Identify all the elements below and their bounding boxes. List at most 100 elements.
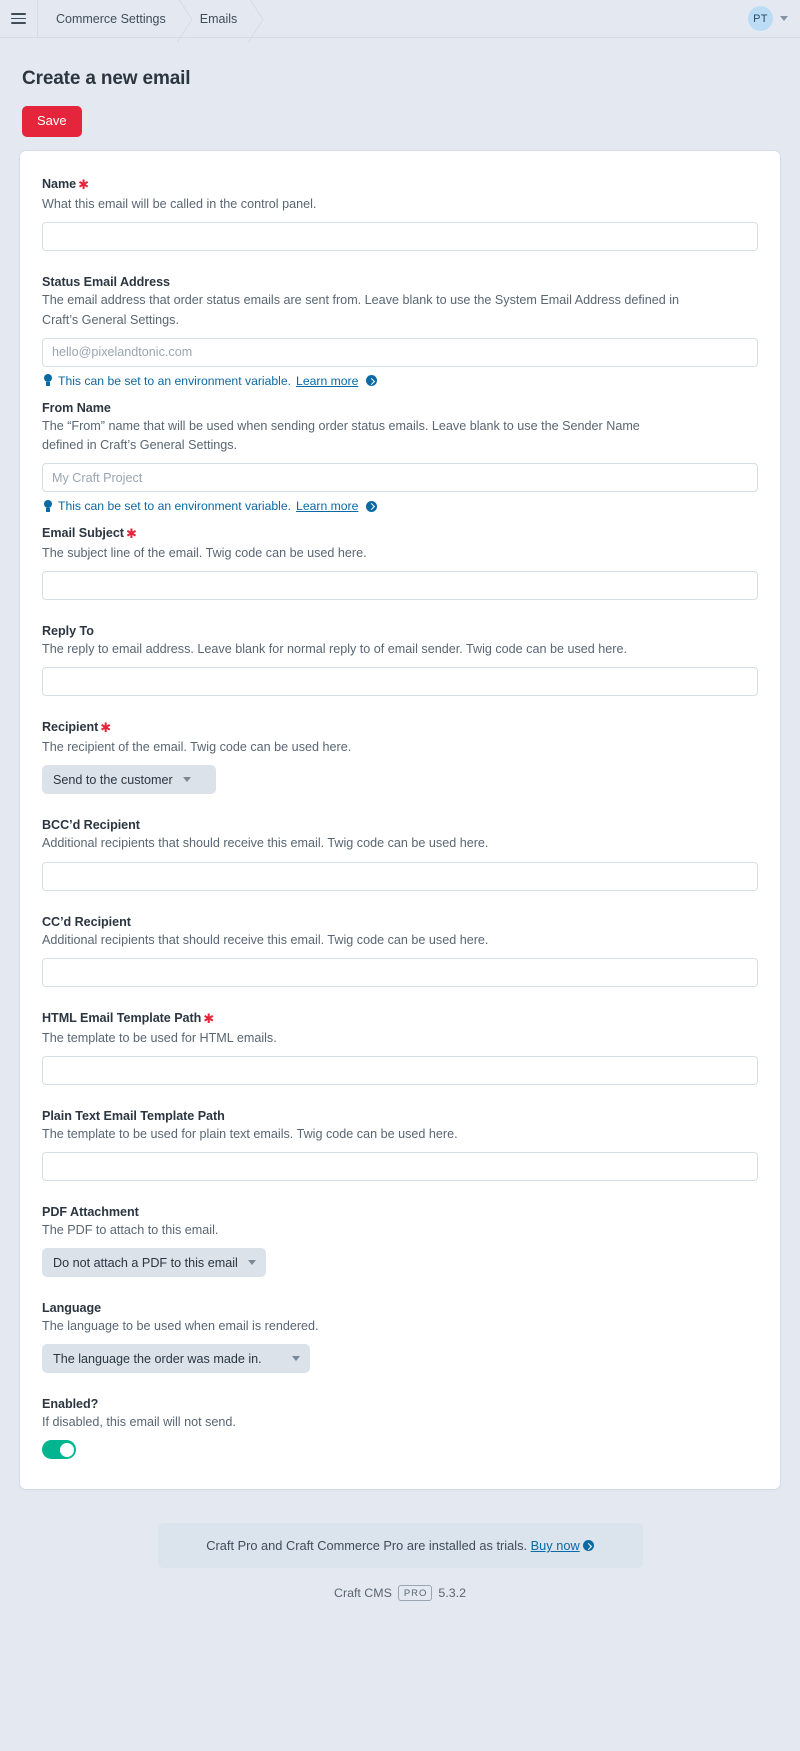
field-bcc-recipient-label: BCC’d Recipient [42, 818, 758, 832]
label-text: Recipient [42, 720, 99, 735]
field-email-subject-instructions: The subject line of the email. Twig code… [42, 546, 367, 560]
field-status-email-address: Status Email Address The email address t… [42, 275, 758, 388]
buy-now-link[interactable]: Buy now [531, 1538, 580, 1553]
field-status-email-address-instructions: The email address that order status emai… [42, 293, 680, 327]
version-number: 5.3.2 [438, 1586, 466, 1601]
email-settings-card: Name ✱ What this email will be called in … [20, 151, 780, 1490]
plain-text-template-path-input[interactable] [42, 1151, 758, 1181]
save-button[interactable]: Save [22, 106, 82, 138]
label-text: HTML Email Template Path [42, 1010, 202, 1025]
field-from-name: From Name The “From” name that will be u… [42, 401, 758, 513]
field-pdf-attachment-instructions: The PDF to attach to this email. [42, 1222, 219, 1237]
page-footer: Craft Pro and Craft Commerce Pro are ins… [20, 1489, 780, 1602]
field-plain-text-template-path-instructions: The template to be used for plain text e… [42, 1126, 458, 1141]
breadcrumb-item-emails[interactable]: Emails [182, 0, 254, 37]
field-cc-recipient-instructions: Additional recipients that should receiv… [42, 932, 489, 947]
field-from-name-label: From Name [42, 401, 758, 415]
field-cc-recipient: CC’d Recipient Additional recipients tha… [42, 915, 758, 987]
enabled-toggle[interactable] [42, 1440, 76, 1460]
external-link-icon [366, 500, 378, 512]
label-text: BCC’d Recipient [42, 818, 140, 833]
lightbulb-icon [42, 374, 53, 387]
field-reply-to-instructions: The reply to email address. Leave blank … [42, 642, 627, 657]
breadcrumb-label: Emails [199, 11, 238, 26]
field-language-label: Language [42, 1301, 758, 1315]
cc-recipient-input[interactable] [42, 957, 758, 987]
field-recipient: Recipient ✱ The recipient of the email. T… [42, 720, 758, 795]
field-cc-recipient-label: CC’d Recipient [42, 915, 758, 929]
from-name-env-tip: This can be set to an environment variab… [42, 499, 758, 513]
recipient-select[interactable]: Send to the customer [42, 765, 216, 795]
field-html-template-path-label: HTML Email Template Path ✱ [42, 1011, 758, 1027]
name-input[interactable] [42, 222, 758, 252]
chevron-down-icon [292, 1356, 300, 1362]
field-name: Name ✱ What this email will be called in … [42, 177, 758, 252]
required-indicator: ✱ [78, 177, 89, 193]
lightbulb-icon [42, 499, 53, 513]
field-pdf-attachment: PDF Attachment The PDF to attach to this… [42, 1205, 758, 1278]
field-language-instructions: The language to be used when email is re… [42, 1319, 319, 1334]
label-text: Reply To [42, 624, 94, 639]
language-select[interactable]: The language the order was made in. [42, 1344, 310, 1374]
field-enabled-instructions: If disabled, this email will not send. [42, 1415, 236, 1430]
learn-more-link[interactable]: Learn more [296, 499, 358, 513]
email-subject-input[interactable] [42, 571, 758, 601]
field-recipient-instructions: The recipient of the email. Twig code ca… [42, 740, 352, 755]
field-reply-to-label: Reply To [42, 624, 758, 638]
field-language: Language The language to be used when em… [42, 1301, 758, 1374]
field-pdf-attachment-label: PDF Attachment [42, 1205, 758, 1219]
label-text: From Name [42, 400, 111, 415]
label-text: Plain Text Email Template Path [42, 1108, 225, 1123]
chevron-down-icon [780, 16, 788, 21]
field-enabled-label: Enabled? [42, 1397, 758, 1411]
learn-more-link[interactable]: Learn more [296, 374, 358, 388]
label-text: PDF Attachment [42, 1204, 139, 1219]
tip-text: This can be set to an environment variab… [58, 499, 292, 513]
field-from-name-instructions: The “From” name that will be used when s… [42, 418, 640, 452]
external-link-icon [366, 375, 378, 387]
breadcrumb: Commerce Settings Emails [38, 0, 253, 37]
product-name: Craft CMS [334, 1586, 392, 1601]
label-text: CC’d Recipient [42, 914, 131, 929]
from-name-input[interactable] [42, 463, 758, 492]
reply-to-input[interactable] [42, 667, 758, 697]
required-indicator: ✱ [100, 720, 112, 736]
field-reply-to: Reply To The reply to email address. Lea… [42, 624, 758, 697]
avatar: PT [748, 6, 773, 31]
required-indicator: ✱ [125, 526, 137, 541]
field-enabled: Enabled? If disabled, this email will no… [42, 1397, 758, 1460]
global-navbar: Commerce Settings Emails PT [0, 0, 800, 38]
menu-toggle-button[interactable] [0, 0, 38, 37]
html-template-path-input[interactable] [42, 1055, 758, 1085]
field-bcc-recipient-instructions: Additional recipients that should receiv… [42, 836, 489, 851]
label-text: Name [42, 177, 77, 192]
page-toolbar: Save [20, 90, 780, 151]
label-text: Status Email Address [42, 275, 171, 290]
trial-notice-text: Craft Pro and Craft Commerce Pro are ins… [206, 1538, 528, 1554]
pdf-attachment-select[interactable]: Do not attach a PDF to this email [42, 1248, 266, 1278]
status-email-env-tip: This can be set to an environment variab… [42, 374, 758, 388]
field-status-email-address-label: Status Email Address [42, 275, 758, 289]
chevron-down-icon [247, 1260, 256, 1266]
field-recipient-label: Recipient ✱ [42, 720, 758, 736]
field-name-instructions: What this email will be called in the co… [42, 197, 317, 212]
field-name-label: Name ✱ [42, 177, 758, 193]
required-indicator: ✱ [203, 1010, 215, 1026]
page-container: Create a new email Save Name ✱ What this … [0, 38, 800, 1602]
pdf-attachment-select-value: Do not attach a PDF to this email [53, 1255, 238, 1270]
trial-notice: Craft Pro and Craft Commerce Pro are ins… [157, 1523, 643, 1569]
field-plain-text-template-path-label: Plain Text Email Template Path [42, 1109, 758, 1123]
breadcrumb-item-commerce-settings[interactable]: Commerce Settings [38, 0, 182, 37]
breadcrumb-label: Commerce Settings [56, 11, 166, 26]
label-text: Language [42, 1301, 102, 1316]
field-html-template-path-instructions: The template to be used for HTML emails. [42, 1030, 277, 1045]
field-bcc-recipient: BCC’d Recipient Additional recipients th… [42, 818, 758, 891]
bcc-recipient-input[interactable] [42, 861, 758, 891]
version-info: Craft CMS PRO 5.3.2 [20, 1585, 780, 1602]
label-text: Enabled? [42, 1397, 99, 1412]
external-link-icon [582, 1540, 594, 1552]
account-menu-button[interactable]: PT [748, 0, 788, 37]
hamburger-icon [11, 13, 26, 24]
recipient-select-value: Send to the customer [53, 772, 173, 787]
status-email-address-input[interactable] [42, 337, 758, 367]
